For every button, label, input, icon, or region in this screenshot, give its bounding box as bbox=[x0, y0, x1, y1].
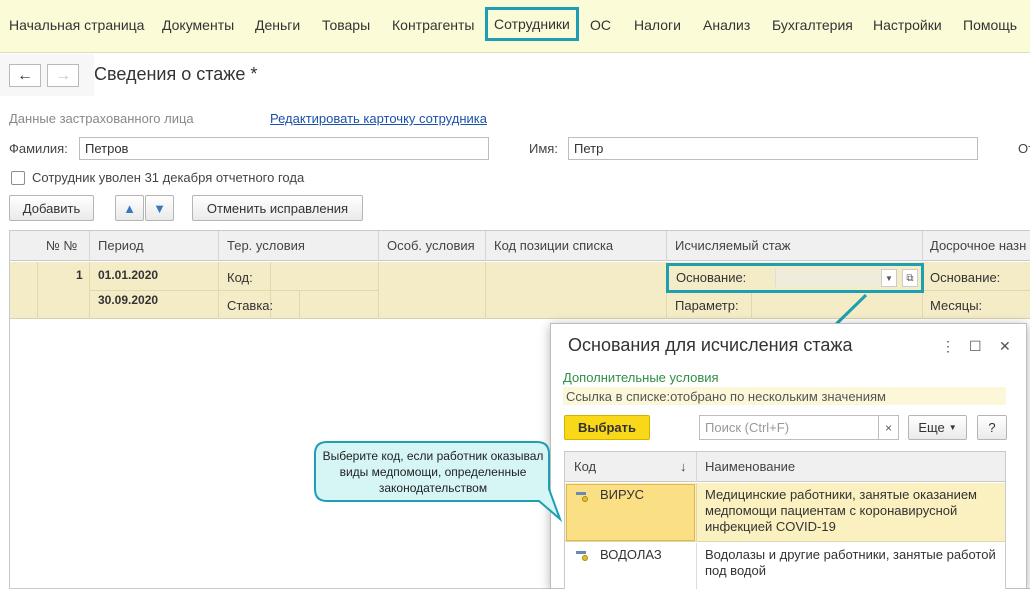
rate-label: Ставка: bbox=[227, 298, 274, 313]
menu-item-documents[interactable]: Документы bbox=[162, 17, 234, 33]
col-header-special[interactable]: Особ. условия bbox=[387, 238, 475, 253]
list-header: Код ↓ Наименование bbox=[565, 452, 1005, 482]
close-icon[interactable]: ✕ bbox=[999, 338, 1011, 355]
insured-section-label: Данные застрахованного лица bbox=[9, 111, 194, 126]
list-item[interactable]: ВИРУС Медицинские работники, занятые ока… bbox=[565, 483, 1005, 542]
search-clear-icon[interactable]: × bbox=[879, 415, 899, 440]
menu-item-employees[interactable]: Сотрудники bbox=[485, 7, 579, 41]
open-button[interactable]: ⧉ bbox=[902, 269, 918, 287]
arrow-down-icon: ▼ bbox=[153, 200, 166, 216]
early-basis-label: Основание: bbox=[930, 270, 1001, 285]
main-menu-bar: Начальная страница Документы Деньги Това… bbox=[0, 0, 1030, 53]
search-input[interactable]: Поиск (Ctrl+F) bbox=[699, 415, 879, 440]
dropdown-button[interactable]: ▼ bbox=[881, 269, 897, 287]
chevron-down-icon: ▼ bbox=[948, 423, 957, 432]
menu-item-help[interactable]: Помощь bbox=[963, 17, 1017, 33]
move-down-button[interactable]: ▼ bbox=[145, 195, 174, 221]
period-start[interactable]: 01.01.2020 bbox=[98, 268, 158, 282]
filter-info: Ссылка в списке:отобрано по нескольким з… bbox=[563, 387, 1006, 405]
nav-buttons-area: ← → bbox=[0, 54, 94, 96]
cancel-corrections-button[interactable]: Отменить исправления bbox=[192, 195, 363, 221]
name-field[interactable]: Петр bbox=[568, 137, 978, 160]
months-label: Месяцы: bbox=[930, 298, 983, 313]
col-header-list-code[interactable]: Код позиции списка bbox=[494, 238, 613, 253]
menu-item-goods[interactable]: Товары bbox=[322, 17, 370, 33]
col-header-period[interactable]: Период bbox=[98, 238, 144, 253]
callout-text: Выберите код, если работник оказывал вид… bbox=[322, 449, 544, 495]
menu-item-analysis[interactable]: Анализ bbox=[703, 17, 750, 33]
item-code: ВИРУС bbox=[600, 487, 645, 502]
basis-label: Основание: bbox=[676, 270, 747, 285]
sort-desc-icon: ↓ bbox=[680, 459, 687, 474]
period-end[interactable]: 30.09.2020 bbox=[98, 293, 158, 307]
parameter-label: Параметр: bbox=[675, 298, 739, 313]
dialog-title: Основания для исчисления стажа bbox=[568, 335, 853, 355]
basis-list: Код ↓ Наименование ВИРУС Медицинские раб… bbox=[564, 451, 1006, 589]
more-button[interactable]: Еще ▼ bbox=[908, 415, 967, 440]
chevron-down-icon: ▼ bbox=[885, 273, 893, 283]
col-header-calc-experience[interactable]: Исчисляемый стаж bbox=[675, 238, 790, 253]
item-name: Медицинские работники, занятые оказанием… bbox=[705, 487, 977, 534]
catalog-item-icon bbox=[576, 551, 588, 561]
arrow-up-icon: ▲ bbox=[123, 200, 136, 216]
catalog-item-icon bbox=[576, 492, 588, 502]
form-header: ← → Сведения о стаже * bbox=[0, 54, 1030, 96]
item-name: Водолазы и другие работники, занятые раб… bbox=[705, 547, 996, 578]
dismissed-label: Сотрудник уволен 31 декабря отчетного го… bbox=[32, 170, 305, 185]
col-header-code[interactable]: Код bbox=[574, 459, 596, 474]
arrow-right-icon: → bbox=[55, 66, 71, 84]
page-title: Сведения о стаже * bbox=[94, 64, 258, 84]
surname-label: Фамилия: bbox=[9, 141, 68, 156]
col-header-early-pension[interactable]: Досрочное назн bbox=[930, 238, 1026, 253]
surname-field[interactable]: Петров bbox=[79, 137, 489, 160]
menu-item-taxes[interactable]: Налоги bbox=[634, 17, 681, 33]
add-button[interactable]: Добавить bbox=[9, 195, 94, 221]
back-button[interactable]: ← bbox=[9, 64, 41, 87]
menu-item-home[interactable]: Начальная страница bbox=[9, 17, 144, 33]
help-button[interactable]: ? bbox=[977, 415, 1007, 440]
col-header-num[interactable]: № № bbox=[46, 238, 78, 253]
code-label: Код: bbox=[227, 270, 253, 285]
menu-item-accounting[interactable]: Бухгалтерия bbox=[772, 17, 853, 33]
forward-button[interactable]: → bbox=[47, 64, 79, 87]
patronymic-label: От bbox=[1018, 141, 1030, 156]
select-button[interactable]: Выбрать bbox=[564, 415, 650, 440]
maximize-icon[interactable]: ☐ bbox=[969, 338, 982, 355]
hint-callout: Выберите код, если работник оказывал вид… bbox=[313, 441, 563, 523]
basis-selection-dialog: Основания для исчисления стажа ⋮ ☐ ✕ Доп… bbox=[550, 323, 1027, 589]
menu-item-settings[interactable]: Настройки bbox=[873, 17, 942, 33]
more-button-label: Еще bbox=[918, 420, 945, 435]
dismissed-checkbox[interactable] bbox=[11, 171, 25, 185]
edit-employee-card-link[interactable]: Редактировать карточку сотрудника bbox=[270, 111, 487, 126]
menu-item-money[interactable]: Деньги bbox=[255, 17, 300, 33]
table-header: № № Период Тер. условия Особ. условия Ко… bbox=[10, 231, 1030, 261]
item-code: ВОДОЛАЗ bbox=[600, 547, 662, 562]
open-window-icon: ⧉ bbox=[906, 272, 914, 284]
arrow-left-icon: ← bbox=[17, 66, 33, 84]
col-header-territorial[interactable]: Тер. условия bbox=[227, 238, 305, 253]
extra-conditions-link[interactable]: Дополнительные условия bbox=[563, 370, 719, 385]
calc-basis-field-highlight[interactable]: Основание: ▼ ⧉ bbox=[666, 263, 924, 293]
menu-item-counterparties[interactable]: Контрагенты bbox=[392, 17, 474, 33]
row-number: 1 bbox=[76, 268, 83, 282]
table-row[interactable]: 1 01.01.2020 30.09.2020 Код: Ставка: Пар… bbox=[10, 262, 1030, 319]
name-label: Имя: bbox=[529, 141, 558, 156]
list-item[interactable]: ВОДОЛАЗ Водолазы и другие работники, зан… bbox=[565, 543, 1005, 589]
menu-item-fixed-assets[interactable]: ОС bbox=[590, 17, 611, 33]
basis-input[interactable] bbox=[775, 269, 881, 287]
move-up-button[interactable]: ▲ bbox=[115, 195, 144, 221]
more-actions-icon[interactable]: ⋮ bbox=[941, 338, 955, 355]
col-header-name[interactable]: Наименование bbox=[705, 459, 795, 474]
